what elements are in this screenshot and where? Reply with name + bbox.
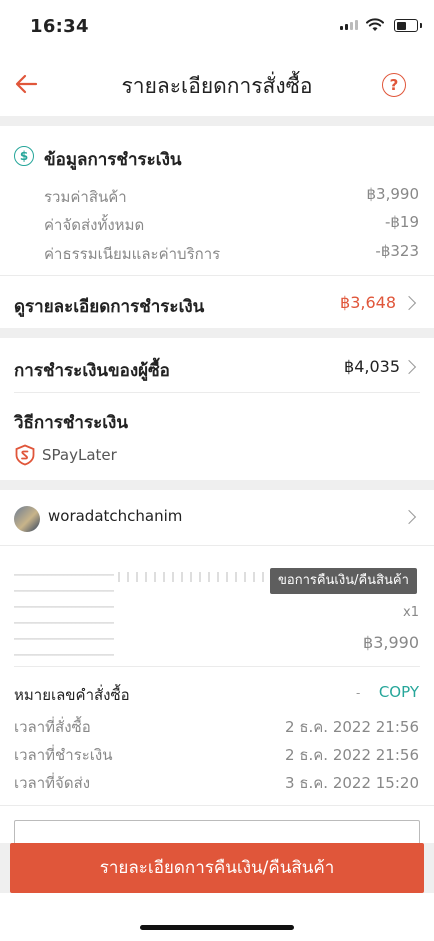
buyer-username: woradatchchanim	[48, 507, 183, 525]
subtotal-label: รวมค่าสินค้า	[44, 188, 127, 206]
help-circle-icon[interactable]: ?	[382, 73, 406, 97]
avatar	[14, 506, 40, 532]
buyer-payment-amount: ฿4,035	[344, 357, 400, 376]
status-bar: 16:34	[0, 0, 434, 54]
payment-detail-amount: ฿3,648	[340, 293, 396, 312]
shop-row[interactable]: woradatchchanim	[0, 490, 434, 545]
service-fee-label: ค่าธรรมเนียมและค่าบริการ	[44, 245, 221, 263]
product-name-redacted	[118, 572, 268, 582]
battery-icon	[394, 19, 422, 32]
product-thumbnail[interactable]	[14, 566, 114, 656]
ship-time-value: 3 ธ.ค. 2022 15:20	[285, 774, 419, 792]
bottom-safe-area	[0, 893, 434, 941]
divider	[0, 545, 434, 546]
payment-method-title: วิธีการชำระเงิน	[14, 413, 128, 433]
refund-details-button[interactable]: รายละเอียดการคืนเงิน/คืนสินค้า	[10, 843, 424, 893]
divider	[0, 805, 434, 806]
home-indicator[interactable]	[140, 925, 294, 930]
subtotal-value: ฿3,990	[366, 185, 420, 203]
divider	[14, 392, 420, 393]
buyer-payment-label: การชำระเงินของผู้ซื้อ	[14, 361, 170, 381]
payment-info-title: ข้อมูลการชำระเงิน	[44, 150, 182, 170]
order-time-value: 2 ธ.ค. 2022 21:56	[285, 718, 419, 736]
status-time: 16:34	[30, 16, 89, 37]
cellular-signal-icon	[340, 20, 358, 30]
service-fee-value: -฿323	[375, 242, 419, 260]
dollar-circle-icon: $	[14, 146, 34, 166]
payment-detail-label: ดูรายละเอียดการชำระเงิน	[14, 297, 205, 317]
ship-time-label: เวลาที่จัดส่ง	[14, 774, 91, 792]
page-header: รายละเอียดการสั่งซื้อ ?	[0, 54, 434, 116]
order-time-label: เวลาที่สั่งซื้อ	[14, 718, 91, 736]
chevron-right-icon	[401, 509, 417, 525]
spaylater-logo-icon	[15, 444, 35, 466]
payment-method-value: SPayLater	[42, 446, 117, 464]
shipping-fee-value: -฿19	[384, 213, 419, 231]
divider	[14, 666, 420, 667]
wifi-icon	[366, 18, 384, 31]
product-quantity: x1	[403, 605, 419, 620]
buyer-payment-row[interactable]: การชำระเงินของผู้ซื้อ ฿4,035	[0, 338, 434, 393]
payment-detail-link[interactable]: ดูรายละเอียดการชำระเงิน ฿3,648	[0, 276, 434, 328]
return-request-tag: ขอการคืนเงิน/คืนสินค้า	[270, 568, 417, 594]
order-number-mark: -	[356, 686, 361, 700]
product-price: ฿3,990	[363, 633, 419, 652]
payment-time-label: เวลาที่ชำระเงิน	[14, 746, 113, 764]
chevron-right-icon	[401, 359, 417, 375]
copy-button[interactable]: COPY	[379, 683, 419, 701]
order-number-label: หมายเลขคำสั่งซื้อ	[14, 686, 130, 704]
shipping-fee-label: ค่าจัดส่งทั้งหมด	[44, 216, 145, 234]
payment-time-value: 2 ธ.ค. 2022 21:56	[285, 746, 419, 764]
page-title: รายละเอียดการสั่งซื้อ	[121, 74, 313, 98]
chevron-right-icon	[401, 295, 417, 311]
